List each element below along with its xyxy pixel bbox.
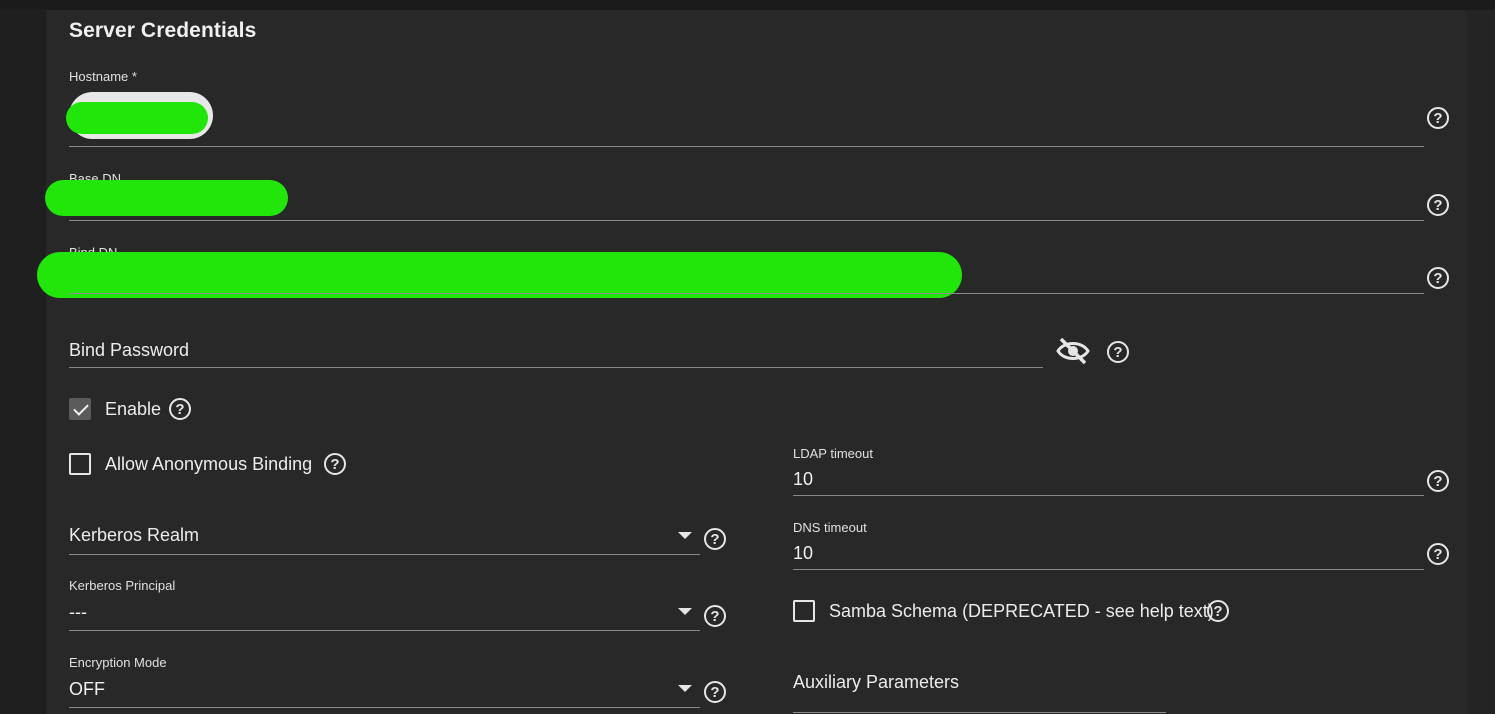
- sidebar: [0, 10, 46, 714]
- enable-checkbox[interactable]: [69, 398, 91, 420]
- encryption-mode-value[interactable]: OFF: [69, 679, 105, 700]
- kerberos-principal-value[interactable]: ---: [69, 602, 87, 623]
- kerberos-principal-label: Kerberos Principal: [69, 578, 176, 593]
- form-card: [46, 10, 1467, 714]
- auxiliary-parameters-label: Auxiliary Parameters: [793, 672, 960, 692]
- dns-timeout-help-icon[interactable]: ?: [1427, 543, 1449, 565]
- allow-anonymous-label: Allow Anonymous Binding: [105, 454, 313, 474]
- ldap-timeout-help-icon[interactable]: ?: [1427, 470, 1449, 492]
- ldap-timeout-value[interactable]: 10: [793, 469, 813, 490]
- auxiliary-parameters-input[interactable]: [793, 712, 1166, 713]
- samba-schema-label: Samba Schema (DEPRECATED - see help text…: [829, 601, 1214, 621]
- hostname-help-icon[interactable]: ?: [1427, 107, 1449, 129]
- kerberos-realm-caret-down-icon[interactable]: [678, 532, 692, 539]
- hostname-input[interactable]: [69, 146, 1424, 147]
- kerberos-principal-caret-down-icon[interactable]: [678, 608, 692, 615]
- samba-schema-help-icon[interactable]: ?: [1207, 600, 1229, 622]
- encryption-mode-caret-down-icon[interactable]: [678, 685, 692, 692]
- allow-anonymous-checkbox[interactable]: [69, 453, 91, 475]
- kerberos-realm-label: Kerberos Realm: [69, 525, 200, 545]
- base-dn-redaction: [45, 180, 288, 216]
- dns-timeout-input[interactable]: [793, 569, 1424, 570]
- dns-timeout-label: DNS timeout: [793, 520, 867, 535]
- enable-help-icon[interactable]: ?: [169, 398, 191, 420]
- encryption-mode-select[interactable]: [69, 707, 700, 708]
- hostname-redaction: [66, 102, 208, 134]
- bind-password-label: Bind Password: [69, 340, 190, 360]
- kerberos-realm-select[interactable]: [69, 554, 700, 555]
- ldap-timeout-input[interactable]: [793, 495, 1424, 496]
- encryption-mode-label: Encryption Mode: [69, 655, 167, 670]
- samba-schema-checkbox[interactable]: [793, 600, 815, 622]
- bind-dn-help-icon[interactable]: ?: [1427, 267, 1449, 289]
- encryption-mode-help-icon[interactable]: ?: [704, 681, 726, 703]
- eye-off-icon[interactable]: [1055, 336, 1091, 366]
- enable-label: Enable: [105, 399, 162, 419]
- right-gutter: [1467, 10, 1495, 714]
- bind-password-help-icon[interactable]: ?: [1107, 341, 1129, 363]
- bind-password-input[interactable]: [69, 367, 1043, 368]
- bind-dn-redaction: [37, 252, 962, 298]
- base-dn-input[interactable]: [69, 220, 1424, 221]
- ldap-timeout-label: LDAP timeout: [793, 446, 873, 461]
- hostname-label: Hostname *: [69, 69, 137, 84]
- base-dn-help-icon[interactable]: ?: [1427, 194, 1449, 216]
- kerberos-principal-select[interactable]: [69, 630, 700, 631]
- section-title: Server Credentials: [69, 19, 257, 42]
- kerberos-realm-help-icon[interactable]: ?: [704, 528, 726, 550]
- bind-dn-input[interactable]: [69, 293, 1424, 294]
- allow-anonymous-help-icon[interactable]: ?: [324, 453, 346, 475]
- kerberos-principal-help-icon[interactable]: ?: [704, 605, 726, 627]
- dns-timeout-value[interactable]: 10: [793, 543, 813, 564]
